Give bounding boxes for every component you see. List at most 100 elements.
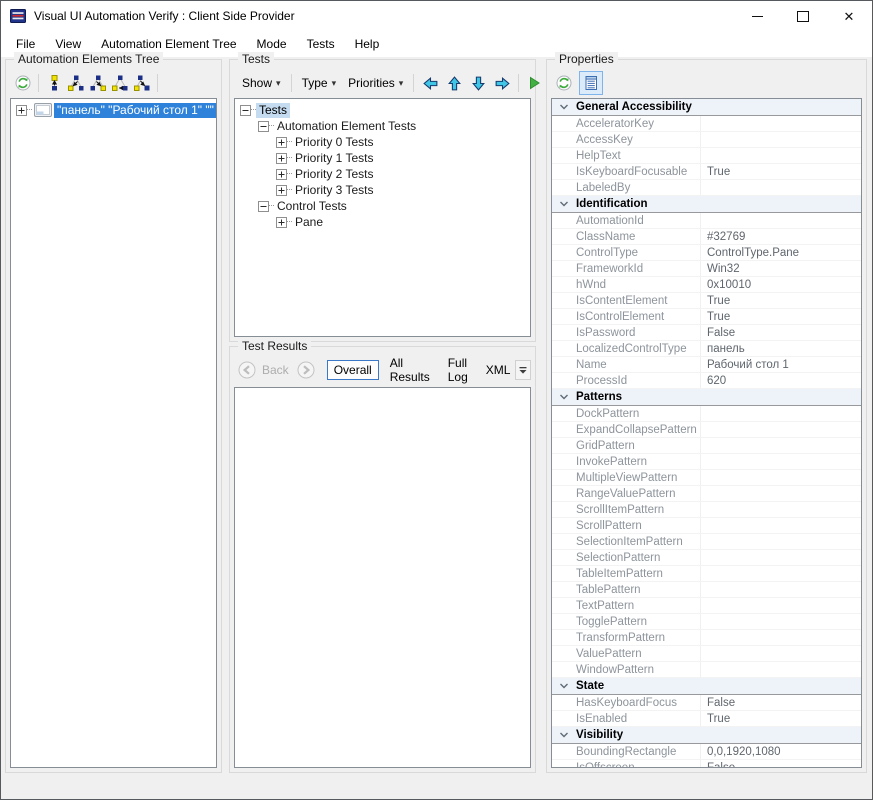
tree-item-label[interactable]: Priority 0 Tests [292, 135, 376, 150]
expander-minus-icon[interactable] [258, 201, 269, 212]
tree-item-label[interactable]: "панель" "Рабочий стол 1" "" [54, 103, 217, 118]
tab-xml[interactable]: XML [479, 360, 518, 380]
property-row[interactable]: ProcessId620 [552, 373, 861, 389]
category-row-patterns[interactable]: Patterns [552, 389, 861, 406]
category-row-general-accessibility[interactable]: General Accessibility [552, 99, 861, 116]
test-results-view[interactable] [234, 387, 531, 768]
property-value[interactable]: False [701, 697, 735, 709]
property-row[interactable]: hWnd0x10010 [552, 277, 861, 293]
tree-item-label[interactable]: Tests [256, 103, 290, 118]
property-row[interactable]: ScrollItemPattern [552, 502, 861, 518]
chevron-down-icon[interactable] [552, 680, 576, 692]
category-row-state[interactable]: State [552, 678, 861, 695]
property-row[interactable]: TextPattern [552, 598, 861, 614]
tree-row[interactable]: Priority 1 Tests [238, 150, 530, 166]
expander-plus-icon[interactable] [276, 185, 287, 196]
property-row[interactable]: TransformPattern [552, 630, 861, 646]
navigate-parent-button[interactable] [43, 72, 65, 94]
property-value[interactable]: Win32 [701, 263, 740, 275]
chevron-down-icon[interactable] [552, 391, 576, 403]
navigate-next-sibling-button[interactable] [87, 72, 109, 94]
property-row[interactable]: AcceleratorKey [552, 116, 861, 132]
close-button[interactable]: ✕ [826, 1, 872, 31]
navigate-right-button[interactable] [490, 72, 514, 94]
run-tests-button[interactable] [523, 72, 545, 94]
property-row[interactable]: HelpText [552, 148, 861, 164]
property-row[interactable]: ValuePattern [552, 646, 861, 662]
chevron-down-icon[interactable] [552, 729, 576, 741]
property-row[interactable]: IsContentElementTrue [552, 293, 861, 309]
tree-row[interactable]: "панель" "Рабочий стол 1" "" [14, 102, 216, 118]
tab-full-log[interactable]: Full Log [441, 353, 475, 387]
property-row[interactable]: HasKeyboardFocusFalse [552, 695, 861, 711]
property-value[interactable]: True [701, 166, 730, 178]
tab-all-results[interactable]: All Results [383, 353, 437, 387]
property-row[interactable]: LocalizedControlTypeпанель [552, 341, 861, 357]
minimize-button[interactable] [734, 1, 780, 31]
property-row[interactable]: IsEnabledTrue [552, 711, 861, 727]
forward-button[interactable] [295, 359, 317, 381]
property-value[interactable]: False [701, 762, 735, 769]
chevron-down-icon[interactable] [552, 198, 576, 210]
tab-overall[interactable]: Overall [327, 360, 379, 380]
tree-item-label[interactable]: Priority 2 Tests [292, 167, 376, 182]
property-row[interactable]: ControlTypeControlType.Pane [552, 245, 861, 261]
property-value[interactable]: #32769 [701, 231, 745, 243]
property-row[interactable]: ClassName#32769 [552, 229, 861, 245]
navigate-up-button[interactable] [442, 72, 466, 94]
property-row[interactable]: MultipleViewPattern [552, 470, 861, 486]
tree-item-label[interactable]: Priority 1 Tests [292, 151, 376, 166]
property-row[interactable]: ExpandCollapsePattern [552, 422, 861, 438]
tree-row[interactable]: Automation Element Tests [238, 118, 530, 134]
tree-row[interactable]: Control Tests [238, 198, 530, 214]
property-row[interactable]: InvokePattern [552, 454, 861, 470]
expander-minus-icon[interactable] [240, 105, 251, 116]
property-row[interactable]: WindowPattern [552, 662, 861, 678]
tree-row[interactable]: Tests [238, 102, 530, 118]
tree-row[interactable]: Pane [238, 214, 530, 230]
property-value[interactable]: False [701, 327, 735, 339]
menu-item-help[interactable]: Help [345, 31, 390, 57]
property-row[interactable]: IsPasswordFalse [552, 325, 861, 341]
property-row[interactable]: NameРабочий стол 1 [552, 357, 861, 373]
property-row[interactable]: TableItemPattern [552, 566, 861, 582]
property-row[interactable]: IsControlElementTrue [552, 309, 861, 325]
property-row[interactable]: ScrollPattern [552, 518, 861, 534]
tree-row[interactable]: Priority 2 Tests [238, 166, 530, 182]
property-value[interactable]: True [701, 311, 730, 323]
property-row[interactable]: SelectionPattern [552, 550, 861, 566]
property-row[interactable]: SelectionItemPattern [552, 534, 861, 550]
tests-tree[interactable]: Tests Automation Element Tests Priority … [234, 98, 531, 337]
chevron-down-icon[interactable] [552, 101, 576, 113]
expander-plus-icon[interactable] [276, 153, 287, 164]
expander-plus-icon[interactable] [276, 169, 287, 180]
expander-plus-icon[interactable] [276, 137, 287, 148]
property-row[interactable]: BoundingRectangle0,0,1920,1080 [552, 744, 861, 760]
type-filter-button[interactable]: Type▾ [296, 72, 343, 94]
menu-item-tests[interactable]: Tests [297, 31, 345, 57]
navigate-previous-sibling-button[interactable] [65, 72, 87, 94]
refresh-button[interactable] [553, 72, 575, 94]
property-row[interactable]: IsKeyboardFocusableTrue [552, 164, 861, 180]
property-row[interactable]: GridPattern [552, 438, 861, 454]
property-value[interactable]: True [701, 295, 730, 307]
property-row[interactable]: LabeledBy [552, 180, 861, 196]
property-list-button[interactable] [579, 71, 603, 95]
tab-overflow-button[interactable] [515, 360, 531, 380]
property-value[interactable]: панель [701, 343, 745, 355]
property-value[interactable]: 0x10010 [701, 279, 751, 291]
navigate-down-button[interactable] [466, 72, 490, 94]
property-row[interactable]: AccessKey [552, 132, 861, 148]
priorities-filter-button[interactable]: Priorities▾ [342, 72, 409, 94]
property-row[interactable]: TogglePattern [552, 614, 861, 630]
expander-plus-icon[interactable] [276, 217, 287, 228]
property-value[interactable]: True [701, 713, 730, 725]
property-value[interactable]: 620 [701, 375, 726, 387]
property-row[interactable]: TablePattern [552, 582, 861, 598]
property-row[interactable]: IsOffscreenFalse [552, 760, 861, 768]
property-row[interactable]: DockPattern [552, 406, 861, 422]
property-row[interactable]: FrameworkIdWin32 [552, 261, 861, 277]
category-row-visibility[interactable]: Visibility [552, 727, 861, 744]
navigate-last-child-button[interactable] [131, 72, 153, 94]
navigate-first-child-button[interactable] [109, 72, 131, 94]
